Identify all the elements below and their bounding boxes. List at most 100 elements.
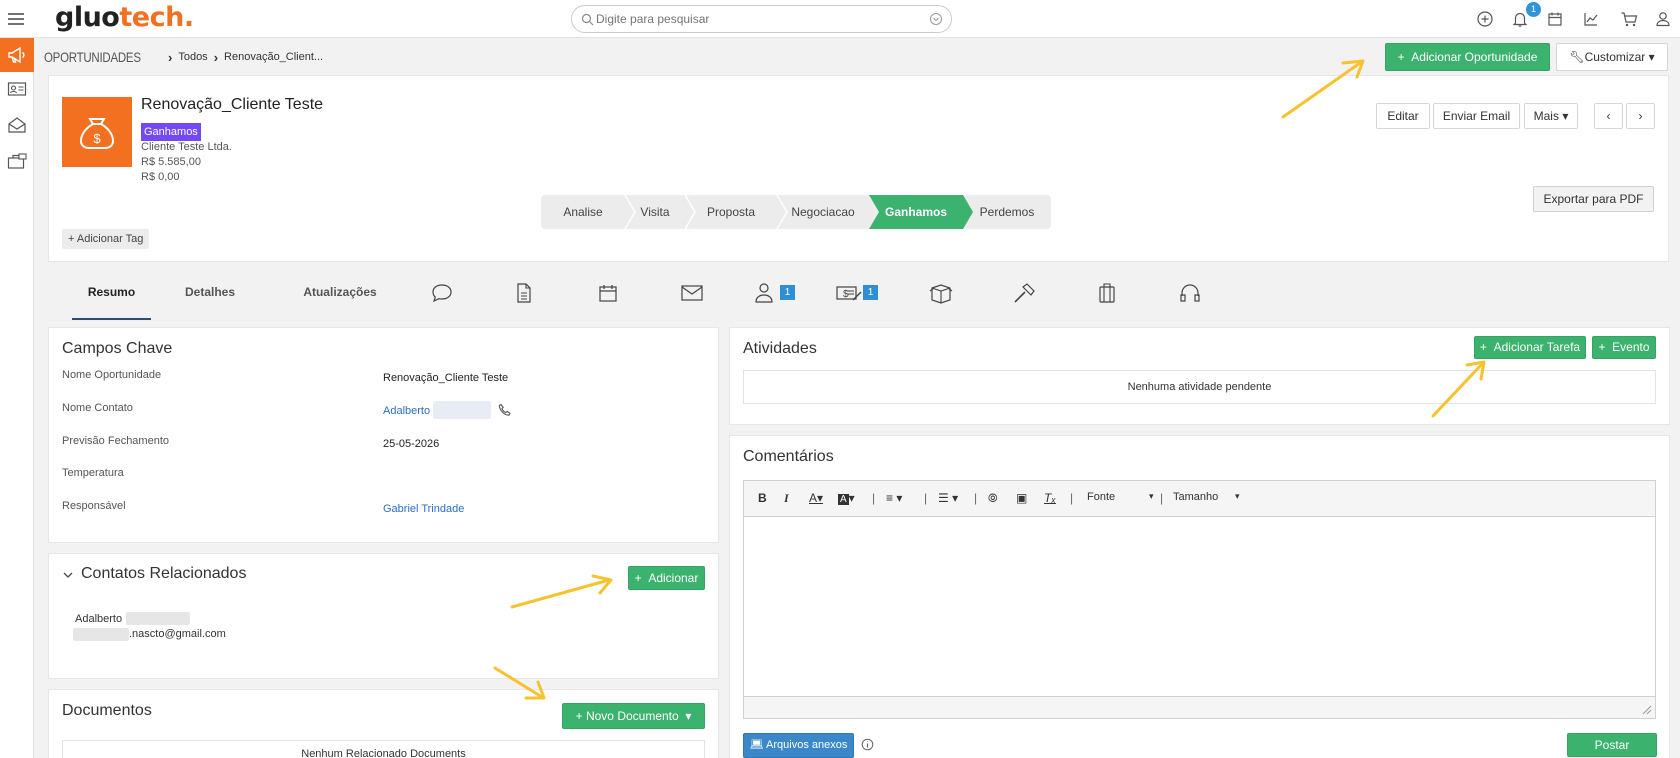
money-bag-icon: $	[62, 97, 132, 167]
add-event-button[interactable]: + Evento	[1592, 336, 1656, 359]
record-tabs: Resumo Detalhes Atualizações $	[48, 270, 1669, 320]
add-opportunity-button[interactable]: + Adicionar Oportunidade	[1385, 43, 1550, 71]
quotes-count-badge: 1	[863, 285, 878, 300]
related-contact-email[interactable]: .nascto@gmail.com	[129, 628, 226, 640]
size-select[interactable]: Tamanho	[1173, 491, 1218, 503]
new-document-button[interactable]: + Novo Documento ▾	[562, 703, 705, 729]
attachments-button[interactable]: 💻︎ Arquivos anexos	[743, 733, 854, 758]
breadcrumb-root[interactable]: OPORTUNIDADES	[44, 49, 141, 65]
tab-calendar-icon[interactable]	[597, 282, 619, 304]
hamburger-menu-icon[interactable]	[6, 9, 26, 29]
activities-title: Atividades	[743, 340, 817, 357]
company-name: Cliente Teste Ltda.	[141, 141, 232, 153]
caret-down-icon[interactable]: ▾	[1149, 491, 1154, 502]
divider: |	[974, 491, 978, 505]
chevron-right-icon: ›	[1638, 109, 1643, 123]
chevron-down-icon[interactable]	[62, 569, 74, 581]
chevron-left-icon: ‹	[1606, 109, 1611, 123]
field-label: Temperatura	[62, 467, 124, 479]
tab-products-box-icon[interactable]	[928, 282, 954, 304]
next-record-button[interactable]: ›	[1626, 103, 1655, 129]
record-title: Renovação_Cliente Teste	[141, 96, 324, 113]
divider: |	[872, 491, 876, 505]
font-select[interactable]: Fonte	[1087, 491, 1115, 503]
tab-detalhes[interactable]: Detalhes	[172, 270, 248, 320]
info-icon[interactable]	[861, 738, 874, 751]
tab-resumo[interactable]: Resumo	[72, 270, 151, 320]
caret-down-icon: ▾	[685, 709, 692, 723]
edit-button[interactable]: Editar	[1376, 103, 1430, 129]
filter-dropdown-icon[interactable]	[929, 12, 943, 26]
italic-icon[interactable]: I	[784, 491, 789, 506]
contact-name-link[interactable]: Adalberto	[383, 405, 430, 417]
tab-contacts-person-icon[interactable]	[754, 282, 776, 304]
svg-text:$: $	[93, 131, 101, 146]
align-left-icon[interactable]: ≡ ▾	[886, 491, 902, 505]
export-pdf-button[interactable]: Exportar para PDF	[1533, 186, 1654, 212]
nav-opportunities-megaphone-icon[interactable]	[0, 38, 34, 72]
background-color-icon[interactable]: A ▾	[838, 491, 855, 505]
image-icon[interactable]: ▣	[1016, 491, 1027, 505]
resize-handle-icon[interactable]	[1642, 705, 1652, 715]
stage-badge: Ganhamos	[141, 123, 201, 141]
divider: |	[924, 491, 928, 505]
post-comment-button[interactable]: Postar	[1567, 733, 1657, 757]
notification-badge: 1	[1526, 2, 1541, 17]
caret-down-icon: ▾	[1648, 50, 1655, 64]
tab-support-headset-icon[interactable]	[1179, 282, 1201, 304]
user-icon[interactable]	[1653, 9, 1673, 29]
send-email-button[interactable]: Enviar Email	[1433, 103, 1520, 129]
caret-down-icon[interactable]: ▾	[1235, 491, 1240, 502]
redacted-surname	[126, 612, 190, 625]
tab-documents-file-icon[interactable]	[513, 282, 535, 304]
tab-comments-chat-icon[interactable]	[430, 282, 454, 304]
plus-icon: +	[1598, 340, 1606, 354]
owner-link[interactable]: Gabriel Trindade	[383, 503, 464, 515]
tab-quotes-money-icon[interactable]: $	[835, 282, 863, 304]
add-task-button[interactable]: + Adicionar Tarefa	[1474, 336, 1586, 359]
text-color-icon[interactable]: A▾	[809, 491, 823, 505]
comment-editor[interactable]: B I A▾ A ▾ | ≡ ▾ | ☰ ▾ | ⦾ ▣ Tₓ | Fonte ▾…	[743, 480, 1656, 719]
chart-icon[interactable]	[1581, 9, 1601, 29]
field-label: Nome Contato	[62, 402, 133, 414]
search-box[interactable]	[571, 5, 952, 33]
related-contacts-title[interactable]: Contatos Relacionados	[81, 565, 246, 583]
opportunity-name-value[interactable]: Renovação_Cliente Teste	[383, 372, 508, 384]
nav-briefcase-icon[interactable]	[0, 144, 34, 178]
breadcrumb-level1[interactable]: Todos	[178, 51, 207, 63]
field-label: Responsável	[62, 500, 126, 512]
previous-record-button[interactable]: ‹	[1594, 103, 1623, 129]
search-input[interactable]	[596, 10, 916, 28]
bullet-list-icon[interactable]: ☰ ▾	[938, 491, 958, 505]
redacted-surname	[433, 401, 491, 419]
bold-icon[interactable]: B	[758, 491, 767, 505]
close-date-value[interactable]: 25-05-2026	[383, 438, 439, 450]
key-fields-title: Campos Chave	[62, 340, 173, 357]
comments-title: Comentários	[743, 448, 834, 465]
plus-icon: +	[1479, 340, 1487, 354]
more-dropdown-button[interactable]: Mais ▾	[1524, 103, 1578, 129]
clear-format-icon[interactable]: Tₓ	[1044, 491, 1056, 505]
link-icon[interactable]: ⦾	[988, 491, 998, 506]
add-circle-icon[interactable]	[1475, 9, 1495, 29]
calendar-icon[interactable]	[1545, 9, 1565, 29]
customize-button[interactable]: 🔧︎Customizar ▾	[1556, 43, 1668, 71]
tab-projects-briefcase-icon[interactable]	[1096, 282, 1118, 304]
plus-icon: +	[1397, 50, 1405, 64]
tab-services-hammer-icon[interactable]	[1012, 282, 1036, 304]
cart-icon[interactable]	[1619, 9, 1639, 29]
wrench-icon: 🔧︎	[1569, 50, 1585, 64]
tab-email-envelope-icon[interactable]	[680, 282, 704, 304]
add-tag-button[interactable]: + Adicionar Tag	[62, 229, 150, 249]
add-contact-button[interactable]: + Adicionar	[628, 566, 705, 590]
activities-empty-message: Nenhuma atividade pendente	[743, 370, 1656, 404]
tab-atualizacoes[interactable]: Atualizações	[295, 270, 385, 320]
logo[interactable]: gluotech.	[55, 2, 194, 33]
nav-contacts-card-icon[interactable]	[0, 72, 34, 106]
plus-icon: +	[575, 709, 583, 723]
related-contact-name[interactable]: Adalberto	[75, 613, 122, 625]
nav-inbox-icon[interactable]	[0, 108, 34, 142]
top-bar: gluotech. 1	[0, 0, 1680, 38]
phone-icon[interactable]	[498, 403, 512, 417]
contacts-count-badge: 1	[780, 285, 795, 300]
